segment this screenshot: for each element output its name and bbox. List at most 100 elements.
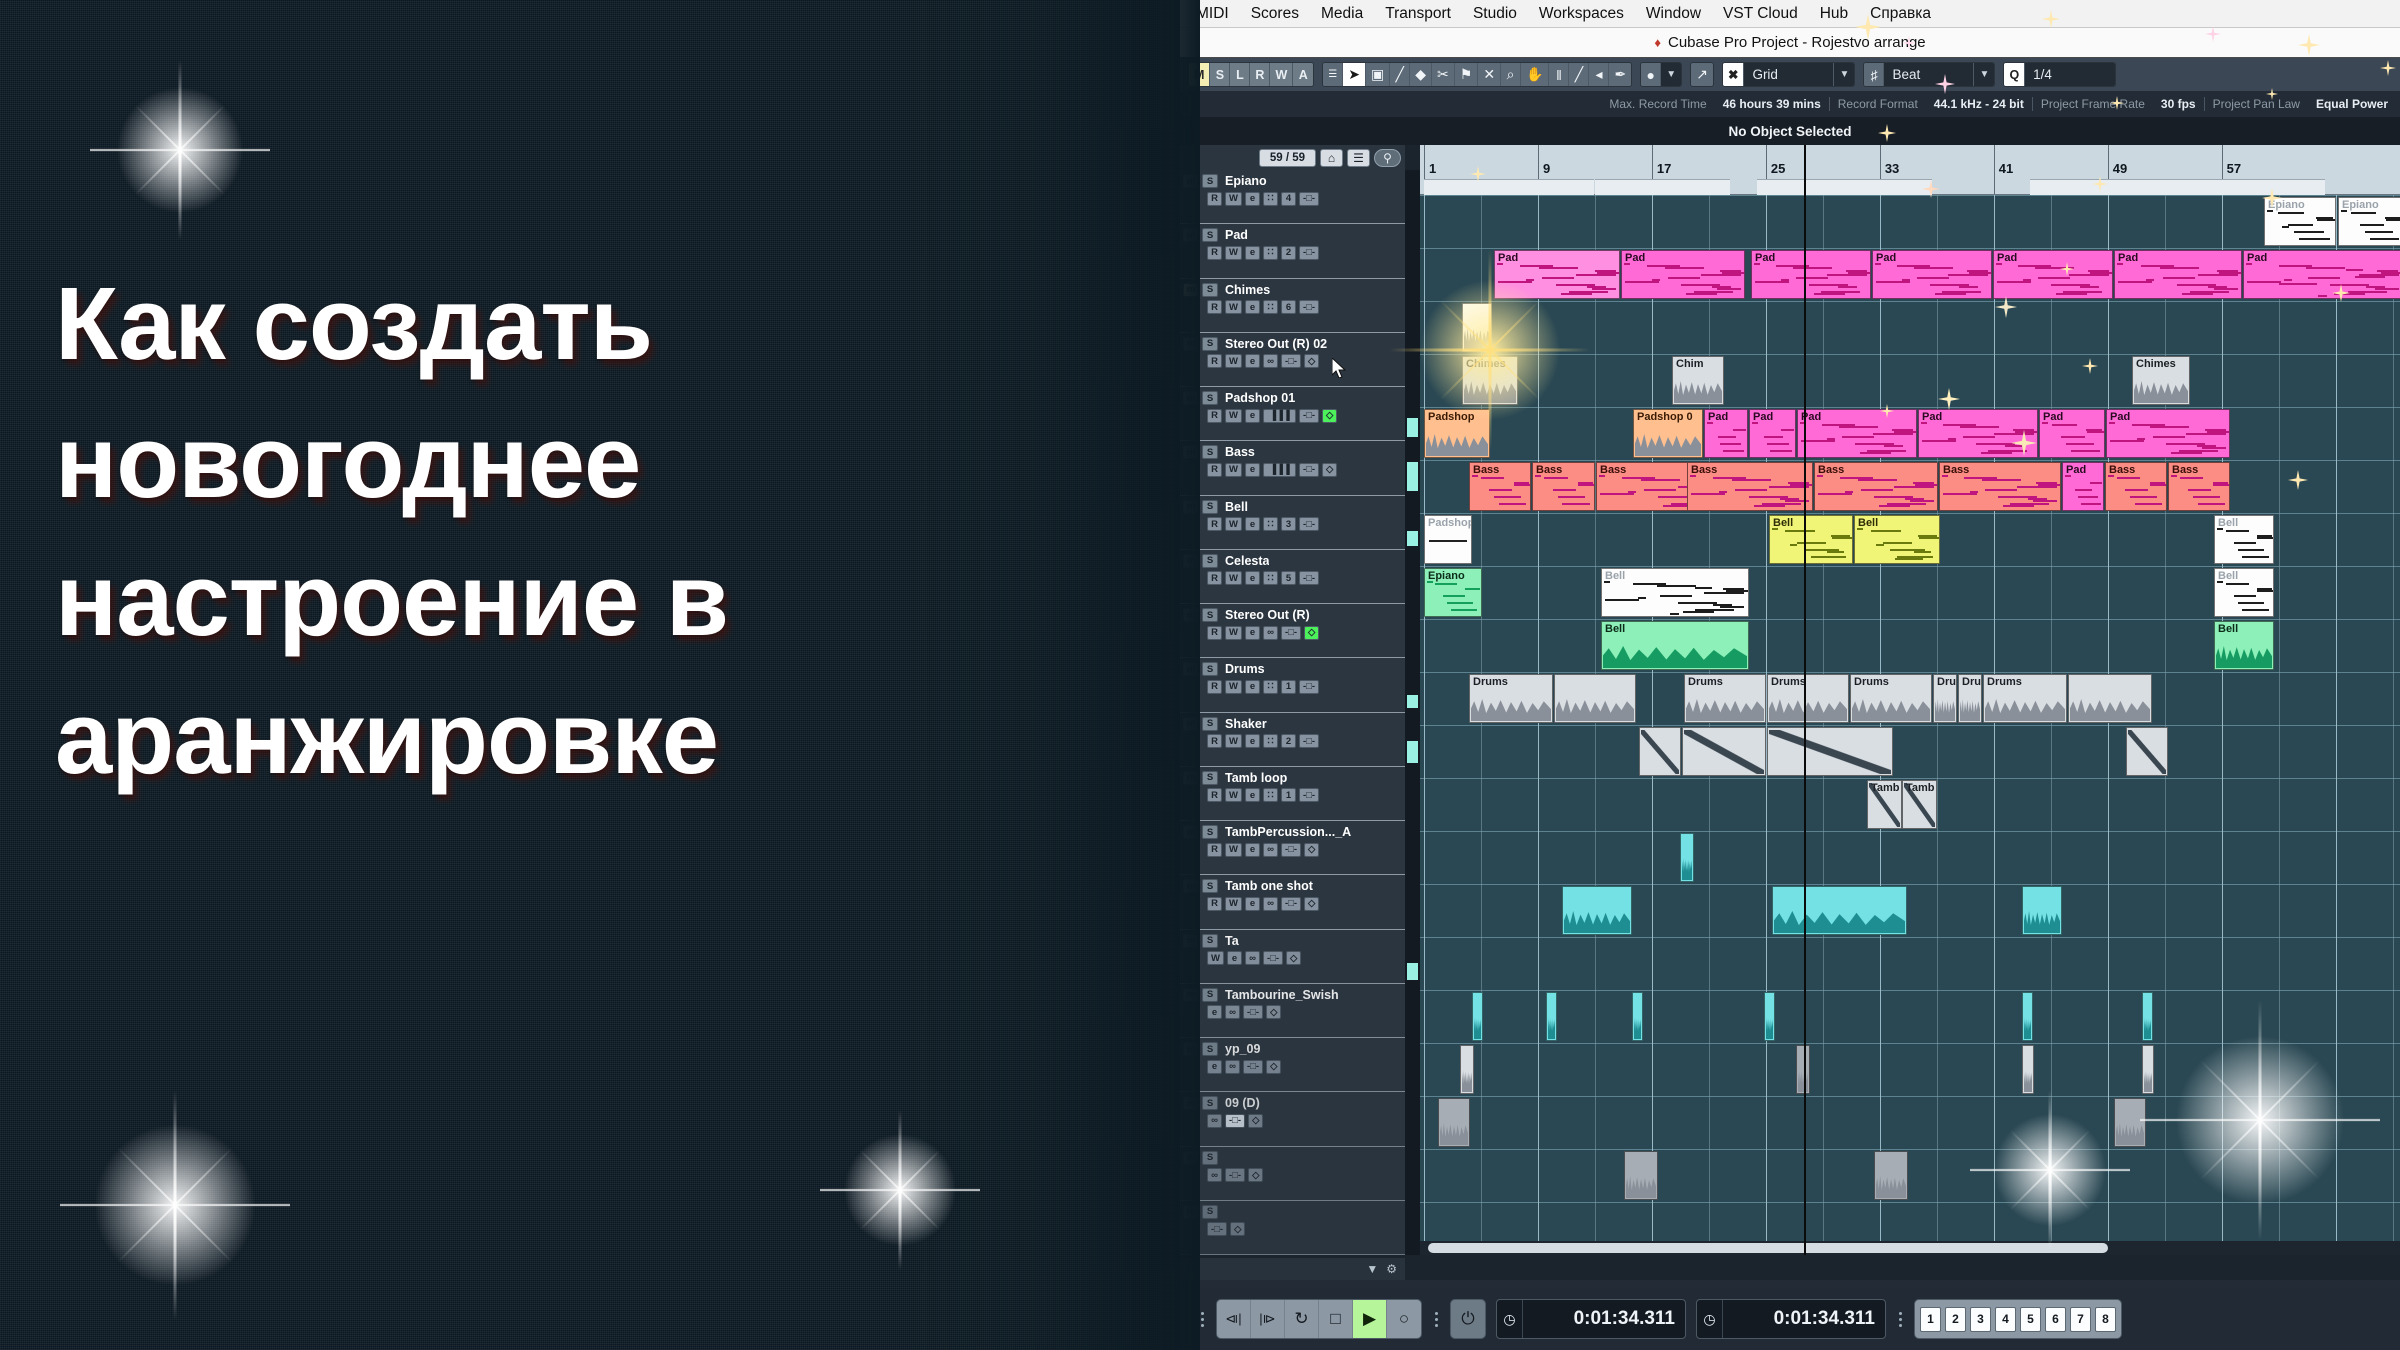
grid-icon[interactable]: ∷ [1262, 300, 1278, 314]
marker-button-1[interactable]: 1 [1920, 1306, 1941, 1332]
arrangement-clip[interactable] [2022, 992, 2033, 1041]
track-control-w[interactable]: W [1225, 191, 1242, 206]
solo-button[interactable]: S [1202, 1096, 1218, 1111]
menu-item-vst-cloud[interactable]: VST Cloud [1713, 2, 1808, 26]
solo-button[interactable]: S [1202, 825, 1218, 839]
ruler-locator-range[interactable] [2030, 179, 2325, 195]
keys-icon[interactable]: ▐▐▐ [1262, 462, 1296, 477]
track-control-r[interactable]: R [1207, 517, 1222, 531]
track-row[interactable]: mSPadshop 01RWe▐▐▐-□-◇ [1180, 387, 1405, 442]
arrangement-clip[interactable]: Tamb loo [1867, 780, 1902, 829]
pan-icon[interactable]: -□- [1262, 951, 1284, 965]
solo-button[interactable]: S [1202, 770, 1218, 785]
track-control-4[interactable]: 4 [1280, 191, 1296, 206]
go-to-end-icon[interactable]: |⧐ [1251, 1300, 1285, 1338]
arrangement-clip[interactable] [2022, 886, 2062, 935]
warp-icon[interactable]: ‖ [1549, 63, 1570, 86]
arrangement-clip[interactable]: Epiano [2264, 197, 2336, 246]
monitor-icon[interactable]: ◇ [1230, 1222, 1246, 1237]
arrangement-clip[interactable]: Drums [1767, 674, 1849, 723]
monitor-icon[interactable]: ◇ [1286, 951, 1302, 965]
marker-button-2[interactable]: 2 [1945, 1306, 1966, 1332]
monitor-on-icon[interactable]: ◇ [1304, 625, 1320, 640]
track-control-w[interactable]: W [1225, 354, 1242, 369]
menu-item-window[interactable]: Window [1636, 2, 1711, 26]
track-control-2[interactable]: 2 [1280, 245, 1296, 260]
arrangement-clip[interactable] [2114, 1098, 2146, 1147]
list-view-icon[interactable]: ☰ [1347, 148, 1370, 167]
track-control-e[interactable]: e [1244, 517, 1260, 531]
pan-icon[interactable]: -□- [1207, 1222, 1228, 1237]
quantize-grid-dropdown-arrow-icon[interactable]: ▼ [1974, 63, 1995, 86]
line-icon[interactable]: ╱ [1569, 63, 1590, 86]
track-name[interactable]: Tamb loop [1225, 771, 1287, 785]
playhead-cursor[interactable] [1804, 145, 1806, 1255]
track-control-r[interactable]: R [1207, 625, 1222, 640]
track-name[interactable]: Pad [1225, 228, 1248, 242]
quantize-preset-value[interactable]: 1/4 [2025, 63, 2116, 86]
grid-icon[interactable]: ∷ [1262, 191, 1278, 206]
draw-pencil-icon[interactable]: ╱ [1390, 63, 1411, 86]
arrangement-clip[interactable]: Bass [1469, 462, 1531, 511]
jog-icon[interactable]: ● [1641, 63, 1662, 86]
track-name[interactable]: Tambourine_Swish [1225, 988, 1339, 1002]
monitor-icon[interactable]: ◇ [1304, 842, 1320, 857]
pan-icon[interactable]: -□- [1280, 842, 1302, 857]
track-row[interactable]: mSBellRWe∷3-□- [1180, 495, 1405, 550]
track-name[interactable]: 09 (D) [1225, 1096, 1260, 1110]
grid-icon[interactable]: ∷ [1262, 679, 1278, 694]
track-control-e[interactable]: e [1244, 245, 1260, 260]
arrangement-clip[interactable]: Pad [1797, 409, 1917, 458]
scrollbar-thumb[interactable] [1428, 1243, 2108, 1253]
track-control-r[interactable]: R [1207, 679, 1222, 694]
arrangement-clip[interactable] [1460, 1045, 1474, 1094]
arrangement-clip[interactable] [1796, 1045, 1810, 1094]
pan-icon[interactable]: -□- [1298, 245, 1320, 260]
arrangement-clip[interactable] [1764, 992, 1775, 1041]
grid-icon[interactable]: ∷ [1262, 734, 1278, 748]
menu-item-studio[interactable]: Studio [1463, 2, 1527, 26]
solo-button[interactable]: S [1202, 391, 1218, 405]
pan-icon[interactable]: -□- [1298, 788, 1320, 803]
solo-button[interactable]: S [1202, 879, 1218, 894]
menu-item-справка[interactable]: Справка [1860, 2, 1941, 26]
stereo-icon[interactable]: ∞ [1262, 842, 1278, 857]
arrangement-clip[interactable] [1680, 833, 1694, 882]
arrangement-clip[interactable] [1639, 727, 1681, 776]
track-name[interactable]: Stereo Out (R) [1225, 608, 1310, 622]
pan-icon[interactable]: -□- [1243, 1059, 1264, 1074]
arrangement-clip[interactable] [1438, 1098, 1470, 1147]
grid-type-value[interactable]: Grid [1744, 63, 1835, 86]
solo-button[interactable]: S [1202, 1150, 1218, 1165]
arrangement-clip[interactable]: Bell [2214, 621, 2274, 670]
track-control-w[interactable]: W [1225, 462, 1242, 477]
quantize-icon[interactable]: Q [2004, 63, 2026, 86]
list-icon[interactable]: ☰ [1323, 63, 1344, 86]
track-name[interactable]: Stereo Out (R) 02 [1225, 337, 1327, 351]
track-name[interactable]: Tamb one shot [1225, 879, 1313, 893]
solo-button[interactable]: S [1202, 553, 1218, 568]
track-row[interactable]: mS09 (D)∞-□-◇ [1180, 1092, 1405, 1147]
pan-icon[interactable]: -□- [1225, 1168, 1246, 1182]
track-control-e[interactable]: e [1207, 1005, 1222, 1020]
track-row[interactable]: mSyp_09e∞-□-◇ [1180, 1038, 1405, 1093]
arrangement-clip[interactable]: Epiano [1424, 568, 1482, 617]
pan-on-icon[interactable]: -□- [1225, 1113, 1246, 1128]
solo-button[interactable]: S [1202, 716, 1218, 731]
play-icon[interactable]: ▶ [1353, 1300, 1387, 1338]
solo-button[interactable]: S [1202, 662, 1218, 677]
monitor-icon[interactable]: ◇ [1322, 462, 1338, 477]
menu-item-transport[interactable]: Transport [1375, 2, 1461, 26]
pan-icon[interactable]: -□- [1298, 734, 1320, 748]
track-control-r[interactable]: R [1207, 245, 1222, 260]
arrangement-clip[interactable]: Bell [2214, 515, 2274, 564]
arrangement-clip[interactable]: Pad [1872, 250, 1992, 299]
stereo-icon[interactable]: ∞ [1244, 951, 1260, 965]
arrangement-clip[interactable]: Tamb loo [1902, 780, 1937, 829]
menu-item-media[interactable]: Media [1311, 2, 1373, 26]
track-row[interactable]: mSPadRWe∷2-□- [1180, 224, 1405, 279]
arrangement-clip[interactable] [1546, 992, 1557, 1041]
track-control-1[interactable]: 1 [1280, 679, 1296, 694]
arrangement-clip[interactable] [1682, 727, 1766, 776]
solo-button[interactable]: S [1202, 987, 1218, 1002]
